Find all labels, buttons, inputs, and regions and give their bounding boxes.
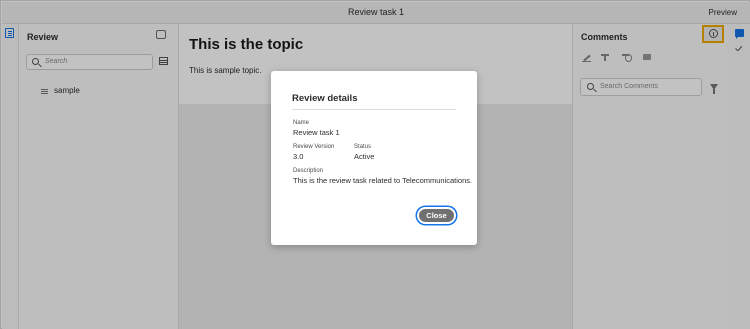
dialog-divider xyxy=(292,109,456,110)
review-details-dialog: Review details Name Review task 1 Review… xyxy=(271,71,477,245)
dialog-title: Review details xyxy=(292,93,358,104)
name-value: Review task 1 xyxy=(293,128,340,137)
description-value: This is the review task related to Telec… xyxy=(293,176,473,185)
version-value: 3.0 xyxy=(293,152,304,161)
status-value: Active xyxy=(354,152,375,161)
description-label: Description xyxy=(293,168,324,174)
name-label: Name xyxy=(293,120,310,126)
close-button[interactable]: Close xyxy=(417,207,456,224)
version-label: Review Version xyxy=(293,144,335,150)
status-label: Status xyxy=(354,144,372,150)
